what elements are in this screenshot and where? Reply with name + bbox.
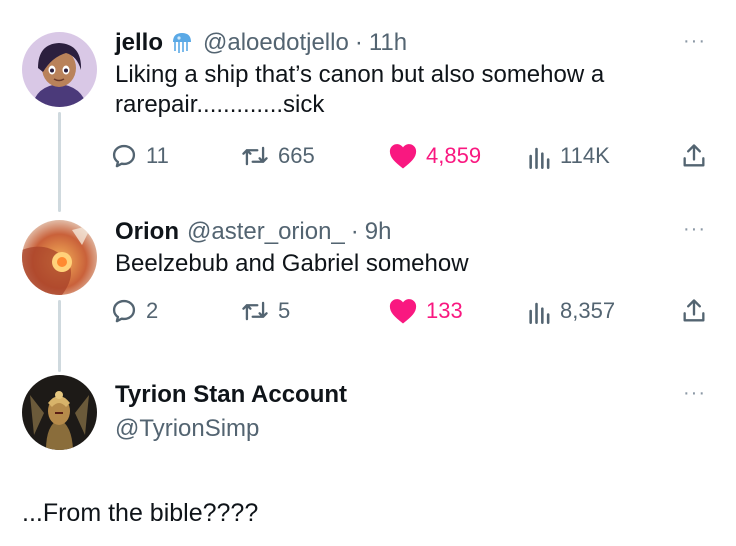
heart-icon xyxy=(388,142,418,170)
reply-icon xyxy=(110,142,138,170)
share-button[interactable] xyxy=(680,297,708,325)
heart-icon xyxy=(388,297,418,325)
more-icon[interactable]: ··· xyxy=(683,382,706,405)
avatar-tyrion[interactable] xyxy=(22,375,97,450)
more-icon[interactable]: ··· xyxy=(683,30,706,53)
user-handle[interactable]: @TyrionSimp xyxy=(115,414,259,444)
retweet-button[interactable]: 5 xyxy=(240,297,290,325)
tweet-1-actions: 11 665 4,859 114K xyxy=(110,142,708,172)
avatar-tyrion-image xyxy=(22,375,97,450)
more-icon[interactable]: ··· xyxy=(683,218,706,241)
reply-button[interactable]: 11 xyxy=(110,142,169,170)
avatar-jello-image xyxy=(22,32,97,107)
avatar-orion-image xyxy=(22,220,97,295)
jellyfish-badge-icon xyxy=(171,31,193,55)
views-icon xyxy=(528,297,552,325)
share-icon xyxy=(680,297,708,325)
tweet-3-header: Tyrion Stan Account xyxy=(115,380,712,410)
thread-line-2 xyxy=(58,300,61,372)
display-name[interactable]: Tyrion Stan Account xyxy=(115,380,347,410)
separator-dot: · xyxy=(354,29,363,56)
tweet-2-actions: 2 5 133 8,357 xyxy=(110,297,708,327)
tweet-2-header: Orion @aster_orion_ · 9h xyxy=(115,217,712,247)
tweet-text: Liking a ship that’s canon but also some… xyxy=(115,61,605,118)
views-count: 114K xyxy=(560,143,610,168)
reply-count: 11 xyxy=(146,143,169,168)
tweet-3-handle-line: @TyrionSimp xyxy=(115,414,712,444)
reply-icon xyxy=(110,297,138,325)
display-name[interactable]: Orion xyxy=(115,217,179,247)
reply-button[interactable]: 2 xyxy=(110,297,158,325)
tweet-3[interactable]: Tyrion Stan Account @TyrionSimp xyxy=(115,380,712,444)
separator-dot: · xyxy=(350,218,359,245)
tweet-text: ...From the bible???? xyxy=(22,499,259,527)
like-count: 4,859 xyxy=(426,143,482,168)
user-handle[interactable]: @aster_orion_ xyxy=(187,217,345,247)
reply-count: 2 xyxy=(146,298,159,323)
retweet-count: 665 xyxy=(278,143,315,168)
tweet-1[interactable]: jello @aloedotjello · 11h Liking a ship … xyxy=(115,28,712,120)
like-button[interactable]: 4,859 xyxy=(388,142,481,170)
like-button[interactable]: 133 xyxy=(388,297,463,325)
user-handle[interactable]: @aloedotjello xyxy=(203,28,349,58)
retweet-button[interactable]: 665 xyxy=(240,142,315,170)
tweet-2[interactable]: Orion @aster_orion_ · 9h Beelzebub and G… xyxy=(115,217,712,279)
retweet-icon xyxy=(240,297,270,325)
views-button[interactable]: 8,357 xyxy=(528,297,615,325)
share-button[interactable] xyxy=(680,142,708,170)
share-icon xyxy=(680,142,708,170)
display-name[interactable]: jello xyxy=(115,28,163,58)
tweet-text: Beelzebub and Gabriel somehow xyxy=(115,250,469,277)
views-count: 8,357 xyxy=(560,298,616,323)
timestamp[interactable]: 11h xyxy=(369,28,407,58)
thread-line-1 xyxy=(58,112,61,212)
like-count: 133 xyxy=(426,298,463,323)
views-icon xyxy=(528,142,552,170)
timestamp[interactable]: 9h xyxy=(365,217,392,247)
tweet-1-header: jello @aloedotjello · 11h xyxy=(115,28,712,58)
retweet-count: 5 xyxy=(278,298,291,323)
views-button[interactable]: 114K xyxy=(528,142,610,170)
avatar-jello[interactable] xyxy=(22,32,97,107)
avatar-orion[interactable] xyxy=(22,220,97,295)
retweet-icon xyxy=(240,142,270,170)
